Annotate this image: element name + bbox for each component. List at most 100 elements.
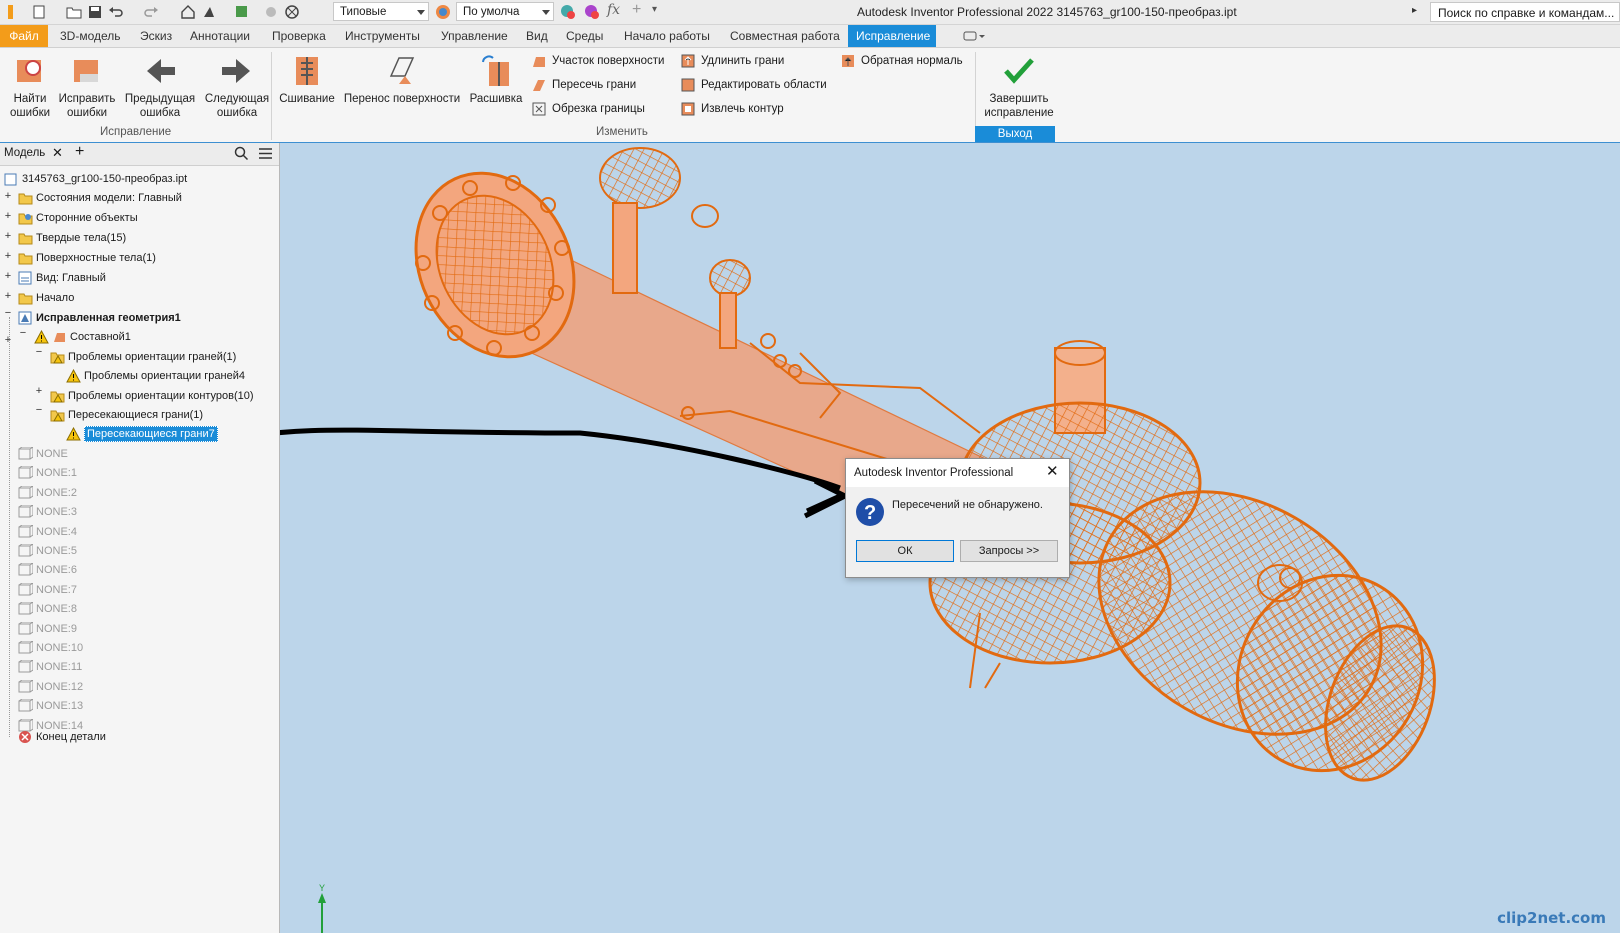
search-expand-icon[interactable]: ▸ [1412,5,1417,16]
menu-icon[interactable] [258,146,273,164]
tree-node-face-orientation-group[interactable]: Проблемы ориентации граней(1) [50,347,236,367]
tree-node-model-states[interactable]: Состояния модели: Главный [18,188,182,208]
help-search-input[interactable]: Поиск по справке и командам... [1430,2,1620,22]
previous-error-button[interactable]: Предыдущая ошибка [122,54,198,120]
reverse-normal-button[interactable]: Обратная нормаль [841,54,963,68]
reverse-normal-label: Обратная нормаль [861,55,963,67]
add-tab-icon[interactable]: + [75,143,84,161]
stitch-button[interactable]: Сшивание [278,54,336,106]
extend-faces-button[interactable]: Удлинить грани [681,54,784,68]
unstitch-button[interactable]: Расшивка [466,54,526,106]
tree-node-none-body[interactable]: NONE:13 [18,696,83,716]
tree-node-none-body[interactable]: NONE:1 [18,463,77,483]
customize-arrow-icon[interactable]: ▾ [652,4,657,15]
expand-icon[interactable]: + [3,334,13,346]
tree-node-origin[interactable]: Начало [18,288,74,308]
transfer-surface-button[interactable]: Перенос поверхности [340,54,464,106]
redo-icon[interactable] [143,4,159,20]
expand-icon[interactable]: + [3,290,13,302]
tree-node-none-body[interactable]: NONE:5 [18,541,77,561]
tab-manage[interactable]: Управление [433,25,516,47]
tree-node-none-body[interactable]: NONE:4 [18,522,77,542]
tree-node-view[interactable]: Вид: Главный [18,268,106,288]
measure-icon[interactable] [263,4,279,20]
tree-node-none-body[interactable]: NONE:11 [18,657,82,677]
tree-node-none-body[interactable]: NONE:8 [18,599,77,619]
boundary-trim-button[interactable]: Обрезка границы [532,102,645,116]
save-icon[interactable] [87,4,103,20]
tree-node-none-body[interactable]: NONE:7 [18,580,77,600]
tree-node-intersecting-faces-group[interactable]: Пересекающиеся грани(1) [50,405,203,425]
color-wheel-icon[interactable] [434,3,452,24]
tab-sketch[interactable]: Эскиз [132,25,180,47]
collapse-icon[interactable]: − [18,327,28,339]
close-icon[interactable]: ✕ [52,145,63,161]
tree-node-loop-orientation-group[interactable]: Проблемы ориентации контуров(10) [50,386,254,406]
material-combo[interactable]: По умолча [456,2,554,21]
tab-model[interactable]: Модель [4,147,45,159]
tab-file[interactable]: Файл [0,25,48,47]
expand-icon[interactable]: + [3,230,13,242]
clear-appearance-icon[interactable] [583,3,601,24]
parameters-fx-icon[interactable]: fx [607,2,620,18]
tab-3d-model[interactable]: 3D-модель [52,25,129,47]
tree-node-composite[interactable]: Составной1 [34,327,131,347]
new-file-icon[interactable] [31,4,47,20]
undo-icon[interactable] [108,4,124,20]
extract-loop-button[interactable]: Извлечь контур [681,102,784,116]
tree-node-third-party[interactable]: Сторонние объекты [18,208,138,228]
surface-patch-button[interactable]: Участок поверхности [532,54,664,68]
tree-node-label: Твердые тела(15) [36,232,127,244]
tab-collaborate[interactable]: Совместная работа [722,25,848,47]
tree-node-face-orientation-4[interactable]: Проблемы ориентации граней4 [66,366,245,386]
search-icon[interactable] [234,146,249,164]
expand-icon[interactable]: + [34,385,44,397]
tree-node-none-body[interactable]: NONE:12 [18,677,83,697]
appearance-combo[interactable]: Типовые [333,2,429,21]
find-errors-button[interactable]: Найти ошибки [6,54,54,120]
finish-repair-button[interactable]: Завершить исправление [978,54,1060,120]
tab-annotate[interactable]: Аннотации [182,25,258,47]
material-ball-icon[interactable] [284,4,300,20]
select-icon[interactable] [234,4,250,20]
collapse-icon[interactable]: − [34,404,44,416]
tree-node-none-body[interactable]: NONE:3 [18,502,77,522]
tab-tools[interactable]: Инструменты [337,25,428,47]
expand-icon[interactable]: + [3,250,13,262]
tree-node-none-body[interactable]: NONE:10 [18,638,83,658]
add-icon[interactable]: + [632,1,641,19]
tree-node-surface-bodies[interactable]: Поверхностные тела(1) [18,248,156,268]
tree-node-repaired-geometry[interactable]: Исправленная геометрия1 [18,308,181,328]
tree-node-solid-bodies[interactable]: Твердые тела(15) [18,228,126,248]
queries-button[interactable]: Запросы >> [960,540,1058,562]
expand-icon[interactable]: + [3,270,13,282]
open-file-icon[interactable] [66,4,82,20]
next-error-button[interactable]: Следующая ошибка [202,54,272,120]
expand-icon[interactable]: + [3,210,13,222]
tree-node-end-of-part[interactable]: Конец детали [18,727,106,747]
collapse-icon[interactable]: − [3,307,13,319]
tab-environments[interactable]: Среды [558,25,611,47]
update-icon[interactable] [201,4,217,20]
tree-node-none-body[interactable]: NONE:6 [18,560,77,580]
ok-button[interactable]: ОК [856,540,954,562]
edit-regions-button[interactable]: Редактировать области [681,78,827,92]
panel-toggle-icon[interactable] [963,30,985,45]
tree-node-intersecting-faces-7[interactable]: Пересекающиеся грани7 [66,424,218,444]
tab-inspect[interactable]: Проверка [264,25,334,47]
tree-root-part[interactable]: 3145763_gr100-150-преобраз.ipt [4,169,187,189]
intersect-faces-button[interactable]: Пересечь грани [532,78,636,92]
close-icon[interactable]: ✕ [1046,462,1059,480]
tab-repair[interactable]: Исправление [848,25,936,47]
appearance-override-icon[interactable] [559,3,577,24]
home-icon[interactable] [180,4,196,20]
inventor-logo-icon[interactable] [6,4,16,20]
tab-view[interactable]: Вид [518,25,556,47]
collapse-icon[interactable]: − [34,346,44,358]
tree-node-none-body[interactable]: NONE [18,444,68,464]
expand-icon[interactable]: + [3,190,13,202]
tree-node-none-body[interactable]: NONE:9 [18,619,77,639]
fix-errors-button[interactable]: Исправить ошибки [57,54,117,120]
tree-node-none-body[interactable]: NONE:2 [18,483,77,503]
tab-get-started[interactable]: Начало работы [616,25,718,47]
